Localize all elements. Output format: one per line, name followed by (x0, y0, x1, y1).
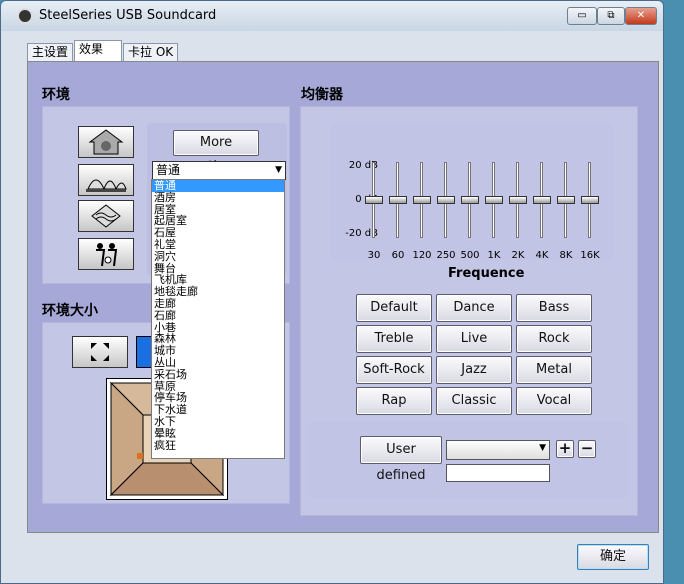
eq-slider-knob[interactable] (509, 196, 527, 204)
dropdown-option[interactable]: 礼堂 (152, 239, 284, 251)
eq-band-label: 8K (559, 250, 573, 261)
eq-band-label: 60 (391, 250, 405, 261)
dropdown-option[interactable]: 采石场 (152, 368, 284, 381)
preset-button[interactable]: Rap (356, 387, 432, 415)
eq-slider-knob[interactable] (581, 196, 599, 204)
opera-house-icon[interactable] (78, 164, 134, 196)
equalizer-heading: 均衡器 (301, 87, 343, 103)
preset-name-input[interactable] (446, 464, 550, 482)
environment-dropdown-list[interactable]: 普通 酒房 居室 起居室 石屋 礼堂 洞穴 舞台 飞机库 地毯走廊 走廊 石廊 小巷 森林 城市 丛山 采石场草… (151, 179, 285, 459)
dropdown-option[interactable]: 酒房 (152, 191, 284, 204)
eq-slider-knob[interactable] (413, 196, 431, 204)
tab-effects[interactable]: 效果 (74, 40, 122, 62)
close-button[interactable]: ✕ (625, 7, 657, 25)
eq-slider-knob[interactable] (389, 196, 407, 204)
dropdown-option[interactable]: 水下 (152, 416, 284, 428)
eq-slider-knob[interactable] (365, 196, 383, 204)
chevron-down-icon: ▼ (539, 443, 546, 453)
eq-slider-knob[interactable] (533, 196, 551, 204)
dropdown-option[interactable]: 丛山 (152, 357, 284, 369)
maximize-button[interactable]: ⧉ (597, 7, 625, 25)
eq-slider-knob[interactable] (437, 196, 455, 204)
more-options-button[interactable]: More options (173, 130, 259, 174)
preset-button[interactable]: Jazz (436, 356, 512, 384)
expand-arrows-icon[interactable] (72, 336, 128, 368)
preset-button[interactable]: Rock (516, 325, 592, 353)
app-icon (17, 8, 33, 24)
remove-preset-button[interactable]: − (578, 440, 596, 458)
preset-button[interactable]: Live (436, 325, 512, 353)
underwater-icon[interactable] (78, 200, 134, 232)
db-label-bottom: -20 dB (345, 228, 378, 239)
concert-icon[interactable] (78, 238, 134, 270)
effects-panel: 环境 More options 普通 ▼ 环境大小 (27, 61, 659, 533)
preset-button[interactable]: Vocal (516, 387, 592, 415)
dropdown-option[interactable]: 石廊 (152, 309, 284, 322)
dropdown-option[interactable]: 走廊 (152, 298, 284, 310)
preset-button[interactable]: Treble (356, 325, 432, 353)
title-bar[interactable]: SteelSeries USB Soundcard ▭ ⧉ ✕ (1, 1, 663, 31)
user-defined-panel (308, 422, 628, 498)
environment-select-value: 普通 (156, 163, 181, 177)
eq-band-label: 16K (580, 250, 600, 261)
window-title: SteelSeries USB Soundcard (39, 8, 217, 23)
user-defined-button[interactable]: User defined (360, 436, 442, 483)
eq-slider-knob[interactable] (557, 196, 575, 204)
eq-slider-knob[interactable] (461, 196, 479, 204)
eq-band-label: 250 (436, 250, 456, 261)
preset-button[interactable]: Dance (436, 294, 512, 322)
dropdown-option[interactable]: 晕眩 (152, 427, 284, 440)
chevron-down-icon: ▼ (275, 165, 282, 175)
preset-button[interactable]: Metal (516, 356, 592, 384)
eq-band-label: 1K (487, 250, 501, 261)
ok-button[interactable]: 确定 (577, 544, 649, 570)
minimize-button[interactable]: ▭ (567, 7, 597, 25)
eq-band-label: 120 (412, 250, 432, 261)
tab-main-settings[interactable]: 主设置 (27, 43, 74, 61)
environment-select[interactable]: 普通 ▼ (152, 161, 286, 180)
tab-karaoke[interactable]: 卡拉 OK (123, 43, 179, 61)
preset-button[interactable]: Default (356, 294, 432, 322)
dropdown-option[interactable]: 洞穴 (152, 250, 284, 263)
preset-button[interactable]: Classic (436, 387, 512, 415)
size-heading: 环境大小 (42, 303, 98, 319)
eq-slider-knob[interactable] (485, 196, 503, 204)
eq-band-label: 30 (367, 250, 381, 261)
preset-button[interactable]: Soft-Rock (356, 356, 432, 384)
preset-button[interactable]: Bass (516, 294, 592, 322)
dropdown-option[interactable]: 疯狂 (152, 439, 284, 452)
user-preset-select[interactable]: ▼ (446, 440, 550, 460)
environment-heading: 环境 (42, 87, 70, 103)
eq-band-label: 4K (535, 250, 549, 261)
add-preset-button[interactable]: + (556, 440, 574, 458)
db-label-top: 20 dB (348, 160, 378, 171)
frequency-axis-label: Frequence (448, 266, 525, 281)
app-window: SteelSeries USB Soundcard ▭ ⧉ ✕ 主设置 效果 卡… (0, 0, 664, 584)
bathroom-icon[interactable] (78, 126, 134, 158)
eq-band-label: 500 (460, 250, 480, 261)
eq-band-label: 2K (511, 250, 525, 261)
